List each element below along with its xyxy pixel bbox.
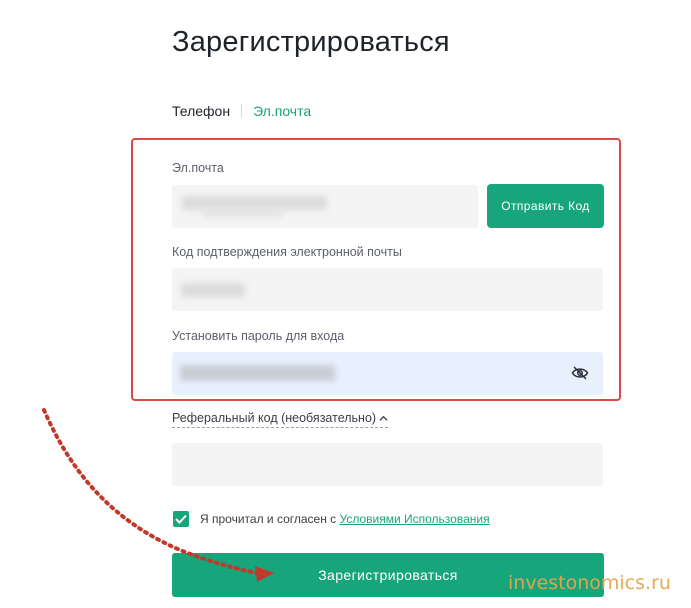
tab-phone[interactable]: Телефон: [172, 103, 230, 119]
watermark: investonomics.ru: [508, 572, 671, 594]
tab-divider: [241, 104, 243, 118]
agree-checkbox[interactable]: [173, 511, 189, 527]
referral-toggle[interactable]: Реферальный код (необязательно): [172, 411, 389, 428]
page-title: Зарегистрироваться: [172, 26, 450, 58]
agree-text-prefix: Я прочитал и согласен с: [200, 512, 340, 526]
checkmark-icon: [175, 514, 187, 524]
highlight-annotation-box: [131, 138, 621, 401]
tab-email[interactable]: Эл.почта: [253, 103, 311, 119]
agree-text: Я прочитал и согласен с Условиями Исполь…: [200, 512, 490, 526]
auth-method-tabs: Телефон Эл.почта: [172, 103, 311, 119]
terms-link[interactable]: Условиями Использования: [340, 512, 490, 526]
referral-label: Реферальный код (необязательно): [172, 411, 377, 425]
referral-code-field[interactable]: [172, 443, 603, 486]
chevron-up-icon: [379, 415, 388, 421]
